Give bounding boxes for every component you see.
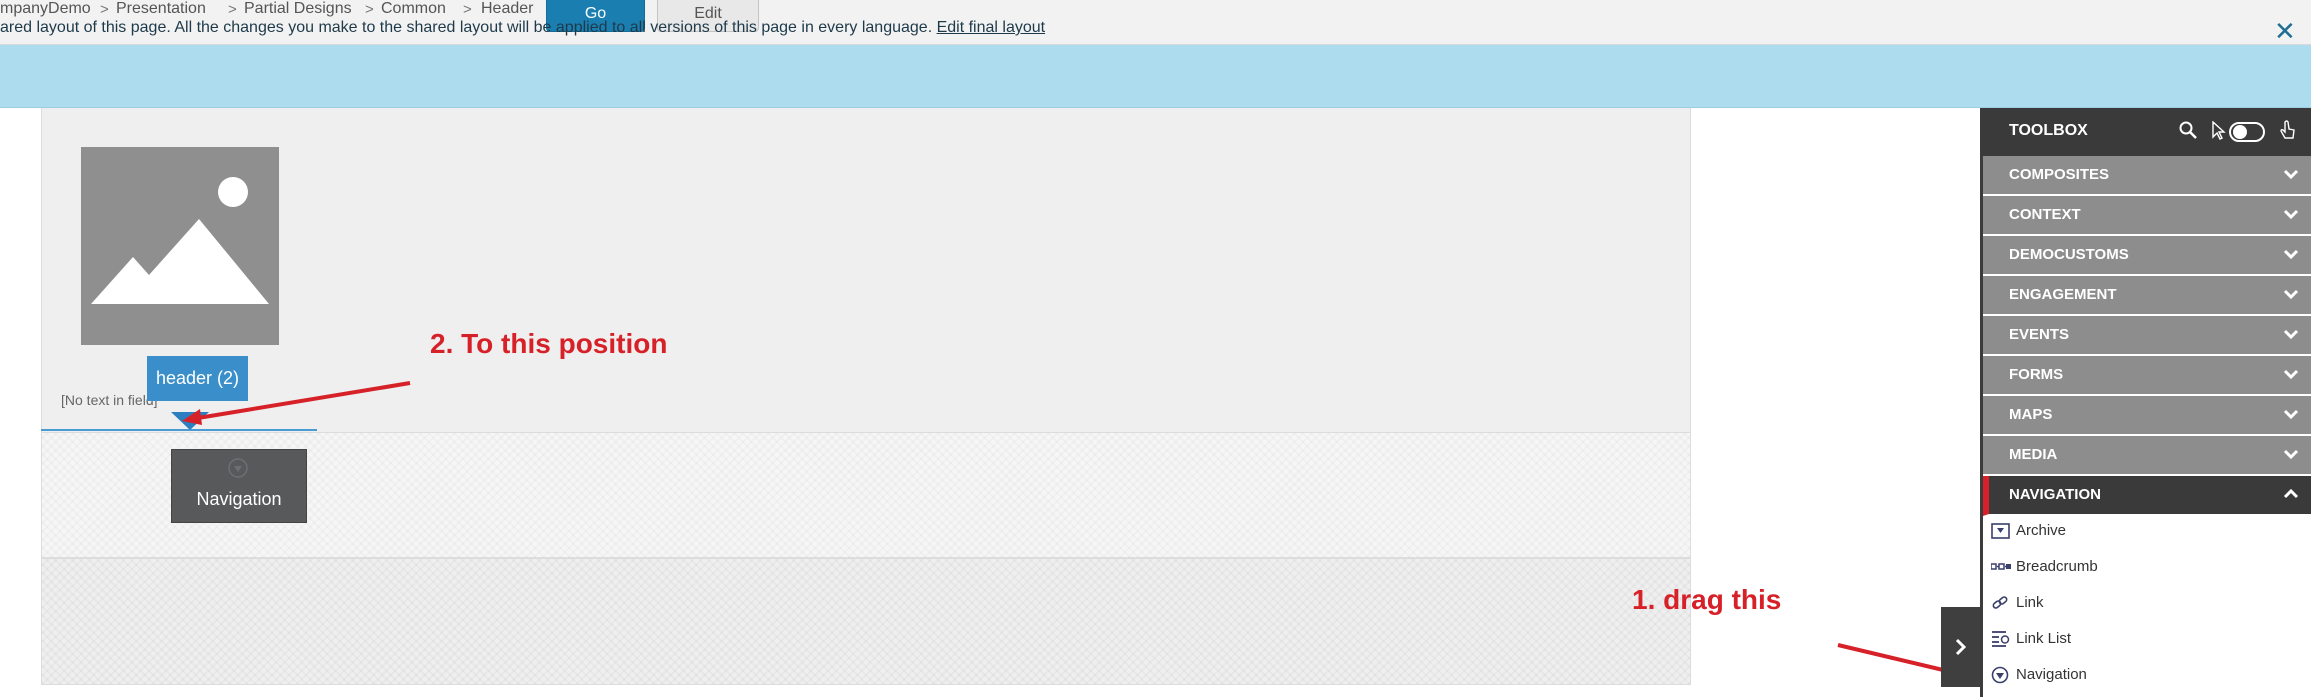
empty-field-text[interactable]: [No text in field] bbox=[61, 392, 158, 408]
annotation-step-2: 2. To this position bbox=[430, 328, 668, 359]
toolbox-item-link[interactable]: Link bbox=[1991, 588, 2301, 618]
category-label: MEDIA bbox=[2009, 446, 2058, 463]
toolbox-item-link-list[interactable]: Link List bbox=[1991, 624, 2301, 654]
tool-label: Link bbox=[2016, 594, 2044, 611]
toolbox-category-maps[interactable]: MAPS bbox=[1983, 396, 2311, 436]
toolbox-category-forms[interactable]: FORMS bbox=[1983, 356, 2311, 396]
category-label: EVENTS bbox=[2009, 326, 2070, 343]
breadcrumb-item-partial-designs[interactable]: Partial Designs bbox=[244, 0, 352, 18]
tool-label: Archive bbox=[2016, 522, 2067, 539]
notice-message: ared layout of this page. All the change… bbox=[0, 19, 1045, 37]
breadcrumb-separator: > bbox=[228, 1, 237, 18]
image-placeholder[interactable] bbox=[81, 147, 279, 345]
category-label: COMPOSITES bbox=[2009, 166, 2110, 183]
chevron-up-icon bbox=[2283, 488, 2299, 499]
toolbox-item-navigation[interactable]: Navigation bbox=[1991, 660, 2301, 690]
chevron-down-icon bbox=[2283, 209, 2299, 220]
category-label: DEMOCUSTOMS bbox=[2009, 246, 2129, 263]
empty-placeholder[interactable] bbox=[41, 558, 1691, 685]
category-label: MAPS bbox=[2009, 406, 2053, 423]
breadcrumb-separator: > bbox=[463, 1, 472, 18]
hand-pointer-icon[interactable] bbox=[2279, 120, 2297, 142]
category-label: ENGAGEMENT bbox=[2009, 286, 2117, 303]
archive-icon bbox=[1991, 523, 2010, 539]
shared-layout-notice bbox=[0, 45, 2311, 108]
toolbox-category-media[interactable]: MEDIA bbox=[1983, 436, 2311, 476]
toolbox-category-composites[interactable]: COMPOSITES bbox=[1983, 156, 2311, 196]
toolbox-item-breadcrumb[interactable]: Breadcrumb bbox=[1991, 552, 2301, 582]
close-icon[interactable]: ✕ bbox=[2274, 18, 2296, 44]
link-icon bbox=[1992, 596, 2008, 609]
toolbox-category-democustoms[interactable]: DEMOCUSTOMS bbox=[1983, 236, 2311, 276]
category-label: CONTEXT bbox=[2009, 206, 2081, 223]
breadcrumb-item-header[interactable]: Header bbox=[481, 0, 533, 18]
navigation-icon bbox=[1991, 666, 2009, 684]
toolbox-title: TOOLBOX bbox=[2009, 122, 2088, 139]
category-label: NAVIGATION bbox=[2009, 486, 2101, 503]
toolbox-category-engagement[interactable]: ENGAGEMENT bbox=[1983, 276, 2311, 316]
toolbox-category-navigation[interactable]: NAVIGATION bbox=[1983, 476, 2311, 516]
chevron-right-icon bbox=[1955, 638, 1967, 656]
collapse-toolbox-button[interactable] bbox=[1941, 607, 1980, 687]
annotation-arrow-2 bbox=[182, 381, 411, 425]
toolbox-item-archive[interactable]: Archive bbox=[1991, 516, 2301, 546]
tool-label: Link List bbox=[2016, 630, 2072, 647]
chevron-down-icon bbox=[2283, 449, 2299, 460]
edit-final-layout-link[interactable]: Edit final layout bbox=[937, 19, 1046, 36]
toolbox-category-context[interactable]: CONTEXT bbox=[1983, 196, 2311, 236]
breadcrumb-separator: > bbox=[365, 1, 374, 18]
image-icon bbox=[81, 147, 279, 345]
chevron-down-icon bbox=[2283, 289, 2299, 300]
breadcrumb-item-common[interactable]: Common bbox=[381, 0, 446, 18]
breadcrumb-item-presentation[interactable]: Presentation bbox=[116, 0, 206, 18]
annotation-step-1: 1. drag this bbox=[1632, 584, 1782, 615]
link-list-icon bbox=[1992, 631, 2010, 647]
tool-label: Navigation bbox=[2016, 666, 2087, 683]
toolbox-category-events[interactable]: EVENTS bbox=[1983, 316, 2311, 356]
breadcrumb-icon bbox=[1991, 563, 2011, 570]
navigation-icon bbox=[228, 458, 248, 478]
chevron-down-icon bbox=[2283, 409, 2299, 420]
chevron-down-icon bbox=[2283, 249, 2299, 260]
category-label: FORMS bbox=[2009, 366, 2064, 383]
pointer-icon[interactable] bbox=[2211, 121, 2227, 141]
breadcrumb-separator: > bbox=[100, 1, 109, 18]
chevron-down-icon bbox=[2283, 169, 2299, 180]
chevron-down-icon bbox=[2283, 369, 2299, 380]
notice-text: ared layout of this page. All the change… bbox=[0, 19, 933, 36]
toggle-switch[interactable] bbox=[2229, 122, 2265, 142]
canvas-margin bbox=[0, 108, 41, 697]
chevron-down-icon bbox=[2283, 329, 2299, 340]
breadcrumb-item-companydemo[interactable]: mpanyDemo bbox=[0, 0, 91, 18]
tool-label: Breadcrumb bbox=[2016, 558, 2098, 575]
search-icon[interactable] bbox=[2178, 120, 2198, 140]
